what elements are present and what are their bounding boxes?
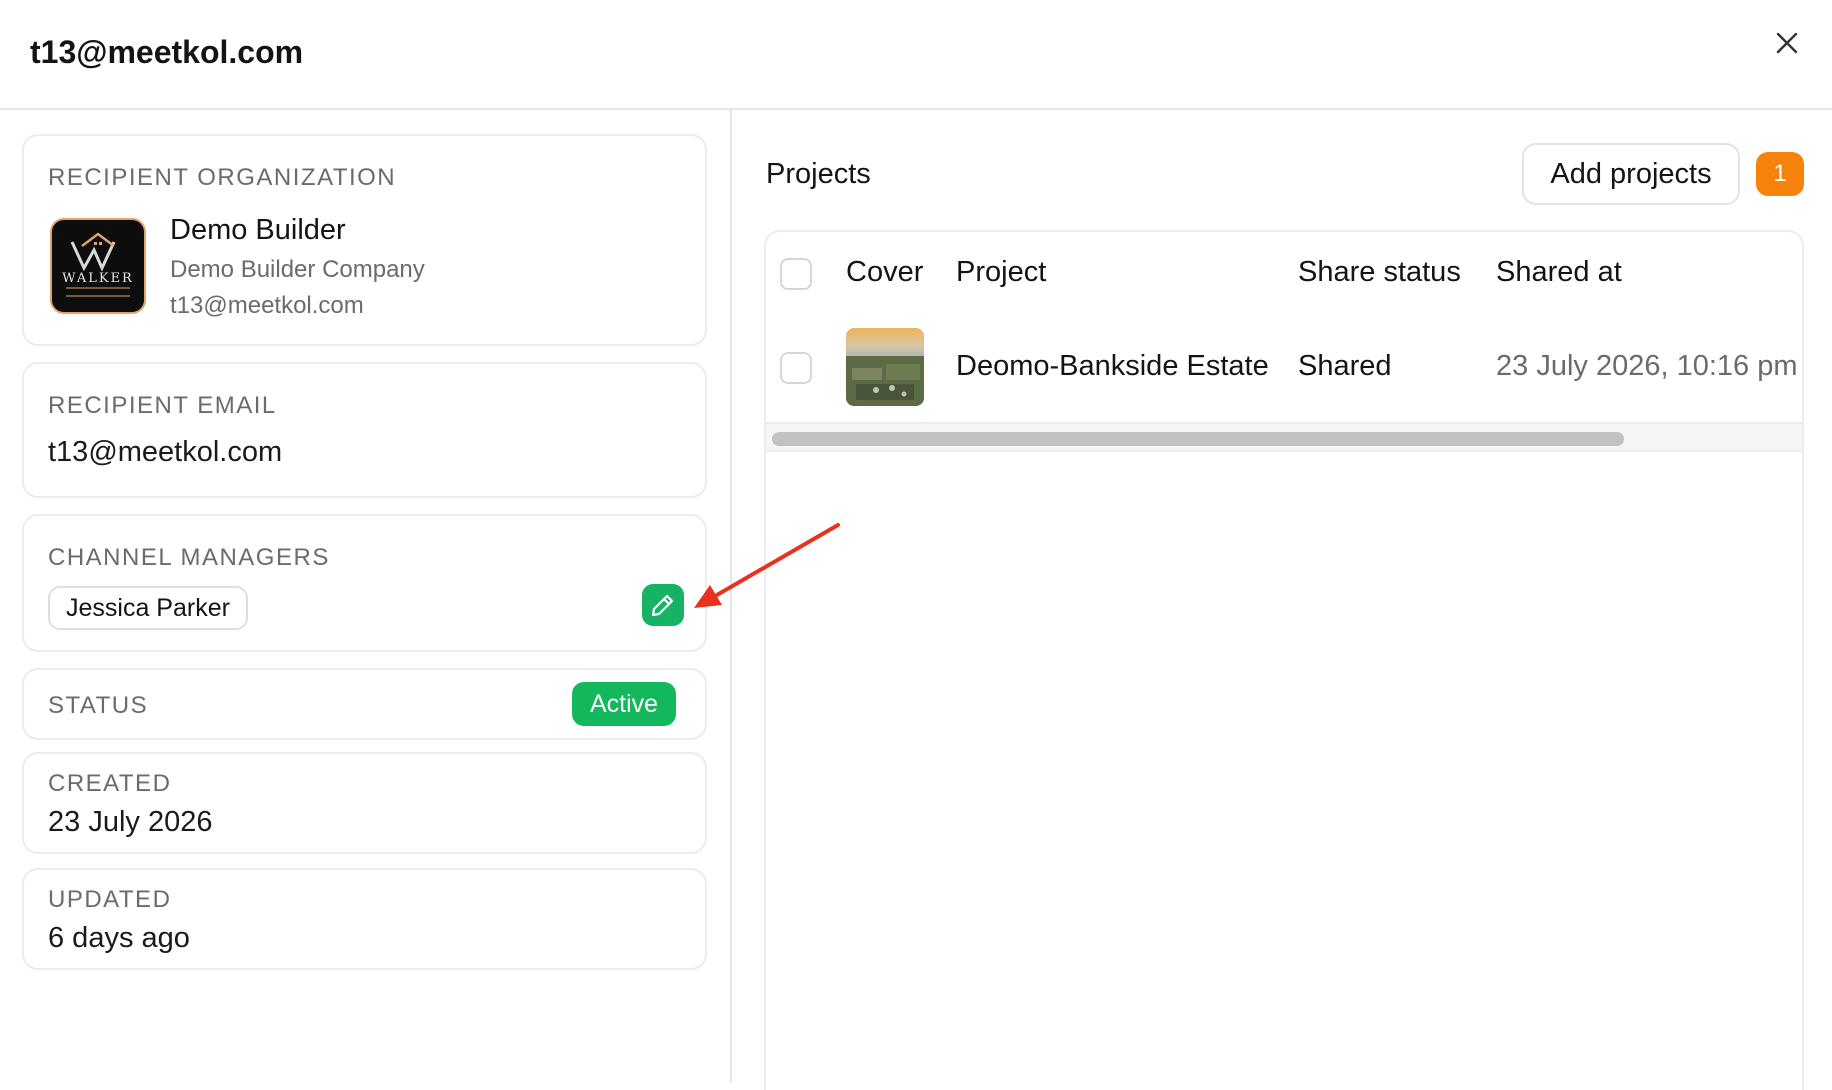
scrollbar-thumb[interactable] <box>772 432 1624 446</box>
created-date: 23 July 2026 <box>48 806 213 838</box>
projects-title: Projects <box>766 158 871 190</box>
updated-card: UPDATED 6 days ago <box>22 868 707 970</box>
share-status: Shared <box>1298 350 1392 382</box>
column-header-cover: Cover <box>846 256 924 288</box>
channel-managers-card: CHANNEL MANAGERS Jessica Parker <box>22 514 707 652</box>
column-header-shared-at: Shared at <box>1496 256 1622 288</box>
organization-logo: WALKER <box>50 218 146 314</box>
projects-panel: Projects Add projects 1 Cover Project Sh… <box>734 110 1832 1090</box>
organization-email: t13@meetkol.com <box>170 292 364 319</box>
column-header-share-status: Share status <box>1298 256 1461 288</box>
status-badge: Active <box>572 682 677 726</box>
project-name[interactable]: Deomo-Bankside Estate <box>956 350 1269 383</box>
row-checkbox[interactable] <box>780 352 812 384</box>
organization-name: Demo Builder <box>170 214 346 246</box>
edit-channel-managers-button[interactable] <box>642 584 684 626</box>
projects-table: Cover Project Share status Shared at Deo… <box>764 230 1804 1090</box>
recipient-email-card: RECIPIENT EMAIL t13@meetkol.com <box>22 362 707 498</box>
section-label: STATUS <box>48 692 149 719</box>
organization-company: Demo Builder Company <box>170 256 425 283</box>
created-card: CREATED 23 July 2026 <box>22 752 707 854</box>
section-label: CREATED <box>48 770 172 797</box>
add-projects-button[interactable]: Add projects <box>1522 143 1740 205</box>
projects-count-badge: 1 <box>1756 152 1804 196</box>
channel-manager-chip[interactable]: Jessica Parker <box>48 586 248 630</box>
section-label: CHANNEL MANAGERS <box>48 544 330 571</box>
project-cover-image <box>846 328 924 406</box>
section-label: RECIPIENT EMAIL <box>48 392 277 419</box>
pencil-icon <box>651 594 674 617</box>
updated-relative-time: 6 days ago <box>48 922 190 954</box>
dialog-title: t13@meetkol.com <box>30 34 304 70</box>
section-label: UPDATED <box>48 886 172 913</box>
recipient-organization-card: RECIPIENT ORGANIZATION WALKER Demo Build… <box>22 134 707 346</box>
logo-wordmark: WALKER <box>62 271 134 286</box>
recipient-email-value: t13@meetkol.com <box>48 436 283 468</box>
close-icon[interactable] <box>1772 28 1802 58</box>
status-card: STATUS Active <box>22 668 707 740</box>
section-label: RECIPIENT ORGANIZATION <box>48 164 397 191</box>
horizontal-scrollbar[interactable] <box>766 424 1802 452</box>
dialog-header: t13@meetkol.com <box>0 0 1832 110</box>
select-all-checkbox[interactable] <box>780 258 812 290</box>
shared-at: 23 July 2026, 10:16 pm <box>1496 350 1798 382</box>
recipient-details-panel: RECIPIENT ORGANIZATION WALKER Demo Build… <box>0 110 732 1082</box>
column-header-project: Project <box>956 256 1047 288</box>
